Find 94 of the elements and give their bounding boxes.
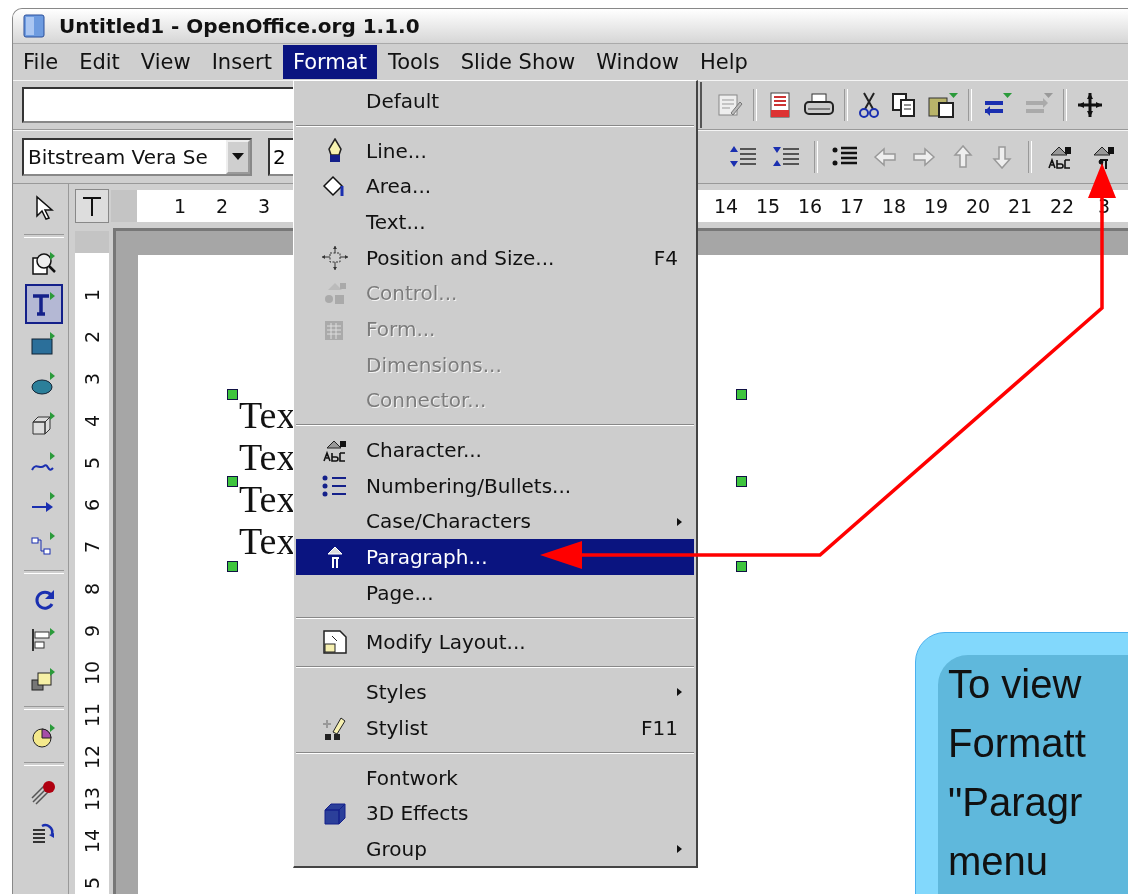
tab-stop-selector[interactable] — [75, 189, 109, 223]
ruler-number: 15 — [755, 195, 781, 217]
control-icon — [322, 280, 348, 307]
selection-handle[interactable] — [736, 389, 747, 400]
ruler-number: 5 — [81, 876, 103, 890]
menu-item[interactable]: Position and Size... F4 — [296, 239, 694, 276]
caret-icon — [232, 153, 244, 161]
layout-icon — [321, 628, 349, 657]
menu-item[interactable]: Area... — [296, 168, 694, 205]
menu-bar-item[interactable]: Slide Show — [450, 45, 586, 79]
paste-icon[interactable] — [927, 91, 959, 119]
menu-item[interactable]: Case/Characters — [296, 503, 694, 540]
menu-item[interactable]: Paragraph... — [296, 539, 694, 575]
ruler-number: 9 — [81, 624, 103, 638]
dropdown-button[interactable] — [226, 140, 250, 174]
ruler-margin-block — [111, 190, 137, 222]
callout-text: "Paragr — [948, 779, 1084, 826]
ruler-number: 2 — [215, 195, 229, 217]
ruler-margin-block — [75, 231, 109, 253]
menu-item[interactable]: Page... — [296, 574, 694, 611]
ruler-number: 16 — [797, 195, 823, 217]
crosshair-icon[interactable] — [1076, 91, 1104, 119]
selection-handle[interactable] — [736, 476, 747, 487]
ruler-number: 3 — [81, 372, 103, 386]
ruler-number: 14 — [81, 828, 103, 854]
cube-icon — [322, 800, 348, 827]
menu-item[interactable]: 3D Effects — [296, 795, 694, 832]
slide-text: Tex — [239, 520, 296, 562]
menu-bar-item[interactable]: Format — [282, 45, 377, 79]
shortcut-text: F4 — [653, 245, 678, 270]
ruler-number: 2 — [81, 330, 103, 344]
slide-text: Tex — [239, 478, 296, 520]
ruler-number: 5 — [81, 456, 103, 470]
menu-item[interactable]: Line... — [296, 132, 694, 169]
ruler-number: 22 — [1049, 195, 1075, 217]
menu-bar-item[interactable]: View — [130, 45, 201, 79]
ruler-number: 1 — [173, 195, 187, 217]
copy-icon[interactable] — [890, 91, 918, 119]
ruler-number: 3 — [257, 195, 271, 217]
ruler-number: 7 — [81, 540, 103, 554]
ruler-number: 6 — [81, 498, 103, 512]
edit-document-icon[interactable] — [716, 91, 744, 119]
tab-stop-icon — [81, 195, 103, 217]
document-icon — [23, 14, 45, 38]
menu-item[interactable]: Text... — [296, 204, 694, 240]
menu-bar-item[interactable]: File — [13, 45, 69, 79]
menu-item[interactable]: Group — [296, 831, 694, 867]
text-tool-button[interactable] — [25, 284, 63, 324]
comet-icon — [30, 778, 58, 806]
menu-item[interactable]: Styles — [296, 674, 694, 710]
selection-handle[interactable] — [227, 476, 238, 487]
submenu-arrow-icon — [677, 688, 682, 697]
menu-bar-item[interactable]: Window — [586, 45, 690, 79]
selection-handle[interactable] — [227, 389, 238, 400]
slide-text: Tex — [239, 394, 296, 436]
bullet-list-icon — [322, 474, 348, 497]
callout-text: To view — [948, 661, 1083, 708]
ruler-number: 21 — [1007, 195, 1033, 217]
ruler-number: 11 — [81, 702, 103, 728]
ruler-number: 18 — [881, 195, 907, 217]
selection-handle[interactable] — [227, 561, 238, 572]
menu-item[interactable]: Modify Layout... — [296, 624, 694, 661]
ruler-number: 17 — [839, 195, 865, 217]
ruler-number: 13 — [81, 786, 103, 812]
menu-item[interactable]: Fontwork — [296, 759, 694, 796]
menu-bar-item[interactable]: Help — [690, 45, 758, 79]
zoom-icon — [30, 250, 58, 278]
menu-bar-item[interactable]: Edit — [69, 45, 130, 79]
menu-bar-item[interactable]: Insert — [201, 45, 282, 79]
shortcut-text: F11 — [641, 715, 678, 740]
callout-text: menu — [948, 838, 1050, 885]
ruler-number: 20 — [965, 195, 991, 217]
ruler-number: 19 — [923, 195, 949, 217]
pen-icon — [327, 137, 343, 164]
menu-bar-item[interactable]: Tools — [377, 45, 450, 79]
move-icon — [320, 244, 350, 271]
ruler-number: 1 — [81, 288, 103, 302]
ruler-number: 10 — [81, 660, 103, 686]
menu-item[interactable]: Character... — [296, 432, 694, 468]
selection-handle[interactable] — [736, 561, 747, 572]
ruler-number: 4 — [81, 414, 103, 428]
font-name-field[interactable]: Bitstream Vera Se — [22, 138, 252, 176]
callout-text: Formatt — [948, 720, 1087, 767]
window-title: Untitled1 - OpenOffice.org 1.1.0 — [59, 14, 420, 38]
submenu-arrow-icon — [677, 845, 682, 854]
submenu-arrow-icon — [677, 517, 682, 526]
ruler-number: 14 — [713, 195, 739, 217]
scissors-icon[interactable] — [857, 91, 881, 119]
menu-item[interactable]: Default — [296, 83, 694, 119]
slide-text: Tex — [239, 436, 296, 478]
menu-item[interactable]: Stylist F11 — [296, 710, 694, 746]
menu-item[interactable]: Numbering/Bullets... — [296, 467, 694, 504]
ruler-number: 12 — [81, 744, 103, 770]
ruler-number: 8 — [81, 582, 103, 596]
